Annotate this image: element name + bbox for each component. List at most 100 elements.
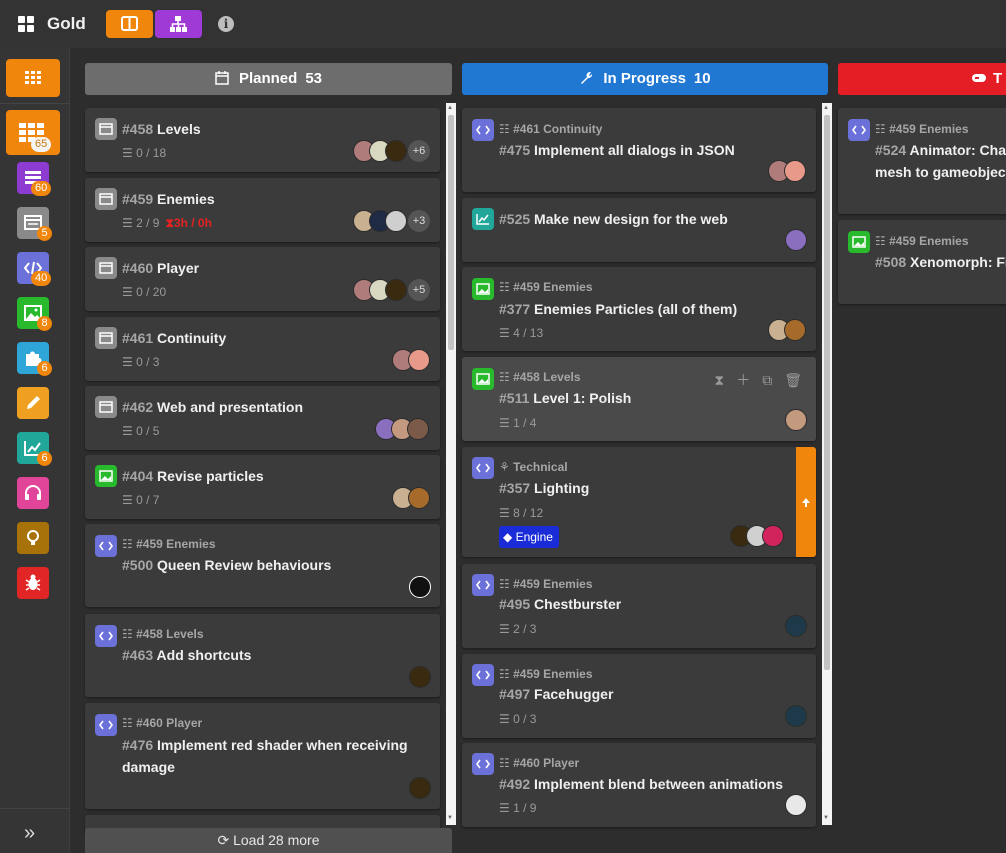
card-460[interactable]: #460 Player ☰ 0 / 20 +5 bbox=[85, 247, 440, 311]
avatar[interactable] bbox=[408, 487, 430, 509]
bug-icon bbox=[25, 574, 41, 591]
card-357[interactable]: ⚘ Technical #357 Lighting ☰ 8 / 12 ◆ Eng… bbox=[462, 447, 816, 557]
sidebar-item-art[interactable]: 8 bbox=[17, 297, 52, 331]
sidebar-item-writing[interactable] bbox=[17, 387, 49, 419]
card-404[interactable]: #404 Revise particles ☰ 0 / 7 bbox=[85, 455, 440, 519]
avatar[interactable] bbox=[784, 319, 806, 341]
avatar[interactable] bbox=[408, 349, 430, 371]
card-parent[interactable]: ☷ #461 Continuity bbox=[499, 122, 602, 136]
card-parent[interactable]: ☷ #459 Enemies bbox=[122, 537, 216, 551]
avatar[interactable] bbox=[785, 229, 807, 251]
card-parent[interactable]: ☷ #459 Enemies bbox=[875, 234, 969, 248]
more-assignees[interactable]: +5 bbox=[408, 279, 430, 301]
avatar[interactable] bbox=[785, 615, 807, 637]
avatar[interactable] bbox=[784, 160, 806, 182]
expand-sidebar-icon[interactable]: » bbox=[24, 822, 35, 845]
sidebar-item-marketing[interactable]: 6 bbox=[17, 432, 52, 466]
info-icon[interactable]: i bbox=[218, 16, 234, 32]
avatar[interactable] bbox=[409, 777, 431, 799]
sidebar-item-epics[interactable]: 60 bbox=[17, 162, 52, 196]
trash-icon[interactable]: 🗑 bbox=[784, 372, 802, 389]
parent-icon: ☷ bbox=[499, 280, 510, 294]
column-header-planned[interactable]: Planned 53 bbox=[85, 63, 452, 95]
card-parent[interactable]: ⚘ Technical bbox=[499, 460, 568, 474]
avatar[interactable] bbox=[385, 210, 407, 232]
avatar[interactable] bbox=[785, 705, 807, 727]
in-progress-scrollbar[interactable]: ▲ ▼ bbox=[822, 103, 832, 825]
avatar[interactable] bbox=[785, 794, 807, 816]
card-subtasks: ☰ 8 / 12 bbox=[499, 506, 544, 520]
card-511[interactable]: ☷ #458 Levels ⧗ ＋ ⧉ 🗑 #511 Level 1: Polish … bbox=[462, 357, 816, 441]
scroll-up-icon[interactable]: ▲ bbox=[447, 105, 453, 111]
column-title: In Progress bbox=[603, 70, 686, 87]
card-458[interactable]: #458 Levels ☰ 0 / 18 +6 bbox=[85, 108, 440, 172]
scroll-down-icon[interactable]: ▼ bbox=[823, 815, 829, 821]
card-parent[interactable]: ☷ #460 Player bbox=[499, 756, 579, 770]
card-495[interactable]: ☷ #459 Enemies #495 Chestburster ☰ 2 / 3 bbox=[462, 564, 816, 648]
more-assignees[interactable]: +6 bbox=[408, 140, 430, 162]
card-parent[interactable]: ☷ #459 Enemies bbox=[499, 577, 593, 591]
image-type-icon bbox=[472, 368, 494, 390]
add-user-icon[interactable]: ＋ bbox=[736, 370, 750, 390]
column-header-testing[interactable]: T bbox=[838, 63, 1006, 95]
planned-scrollbar[interactable]: ▲ ▼ bbox=[446, 103, 456, 825]
project-title[interactable]: Gold bbox=[47, 14, 86, 34]
card-492[interactable]: ☷ #460 Player #492 Implement blend betwe… bbox=[462, 743, 816, 827]
avatar[interactable] bbox=[762, 525, 784, 547]
app-grid-icon[interactable] bbox=[18, 16, 34, 32]
card-459[interactable]: #459 Enemies ☰ 2 / 9 ⧗3h / 0h +3 bbox=[85, 178, 440, 242]
card-463[interactable]: ☷ #458 Levels #463 Add shortcuts bbox=[85, 614, 440, 697]
sidebar-item-design[interactable]: 6 bbox=[17, 342, 52, 376]
scroll-up-icon[interactable]: ▲ bbox=[823, 105, 829, 111]
kanban-view-button[interactable] bbox=[106, 10, 153, 38]
card-title: #492 Implement blend between animations bbox=[499, 776, 783, 792]
card-475[interactable]: ☷ #461 Continuity #475 Implement all dia… bbox=[462, 108, 816, 192]
scroll-thumb[interactable] bbox=[448, 115, 454, 350]
card-parent[interactable]: ☷ #459 Enemies bbox=[499, 280, 593, 294]
sidebar-footer: » bbox=[0, 808, 70, 853]
card-524[interactable]: ☷ #459 Enemies #524 Animator: Char mesh … bbox=[838, 108, 1006, 214]
card-parent[interactable]: ☷ #459 Enemies bbox=[499, 667, 593, 681]
card-476[interactable]: ☷ #460 Player #476 Implement red shader … bbox=[85, 703, 440, 809]
sidebar-item-bugs[interactable] bbox=[17, 567, 49, 599]
load-more-button[interactable]: ⟳ Load 28 more bbox=[85, 828, 452, 853]
card-title: #476 Implement red shader when receiving bbox=[122, 737, 408, 753]
priority-strip[interactable] bbox=[796, 447, 816, 557]
columns-icon bbox=[121, 16, 138, 31]
copy-icon[interactable]: ⧉ bbox=[762, 372, 772, 389]
avatar[interactable] bbox=[407, 418, 429, 440]
card-parent[interactable]: ☷ #458 Levels bbox=[122, 627, 204, 641]
avatar[interactable] bbox=[409, 666, 431, 688]
hourglass-icon[interactable]: ⧗ bbox=[714, 372, 724, 389]
card-508[interactable]: ☷ #459 Enemies #508 Xenomorph: Fi bbox=[838, 220, 1006, 304]
sidebar-item-features[interactable]: 5 bbox=[17, 207, 52, 241]
code-type-icon bbox=[95, 535, 117, 557]
card-525[interactable]: #525 Make new design for the web bbox=[462, 198, 816, 262]
all-boards-button[interactable] bbox=[6, 59, 60, 97]
card-497[interactable]: ☷ #459 Enemies #497 Facehugger ☰ 0 / 3 bbox=[462, 654, 816, 738]
card-462[interactable]: #462 Web and presentation ☰ 0 / 5 bbox=[85, 386, 440, 450]
sidebar-item-audio[interactable] bbox=[17, 477, 49, 509]
avatar[interactable] bbox=[385, 279, 407, 301]
card-parent[interactable]: ☷ #458 Levels bbox=[499, 370, 581, 384]
card-461[interactable]: #461 Continuity ☰ 0 / 3 bbox=[85, 317, 440, 381]
sidebar-item-ideas[interactable] bbox=[17, 522, 49, 554]
card-parent[interactable]: ☷ #459 Enemies bbox=[875, 122, 969, 136]
tag-engine[interactable]: ◆ Engine bbox=[499, 526, 559, 548]
avatar[interactable] bbox=[385, 140, 407, 162]
column-header-in-progress[interactable]: In Progress 10 bbox=[462, 63, 828, 95]
more-assignees[interactable]: +3 bbox=[408, 210, 430, 232]
subtasks-icon: ☰ bbox=[499, 801, 510, 815]
tree-view-button[interactable] bbox=[155, 10, 202, 38]
scroll-thumb[interactable] bbox=[824, 115, 830, 670]
avatar[interactable] bbox=[785, 409, 807, 431]
card-parent[interactable]: ☷ #460 Player bbox=[122, 716, 202, 730]
sidebar-item-code[interactable]: 40 bbox=[17, 252, 52, 286]
sidebar-badge: 5 bbox=[37, 226, 52, 241]
avatar[interactable] bbox=[409, 576, 431, 598]
card-377[interactable]: ☷ #459 Enemies #377 Enemies Particles (a… bbox=[462, 267, 816, 351]
sidebar-item-all[interactable]: 65 bbox=[6, 110, 60, 155]
overdue-time: ⧗3h / 0h bbox=[165, 216, 212, 230]
scroll-down-icon[interactable]: ▼ bbox=[447, 815, 453, 821]
card-500[interactable]: ☷ #459 Enemies #500 Queen Review behavio… bbox=[85, 524, 440, 607]
